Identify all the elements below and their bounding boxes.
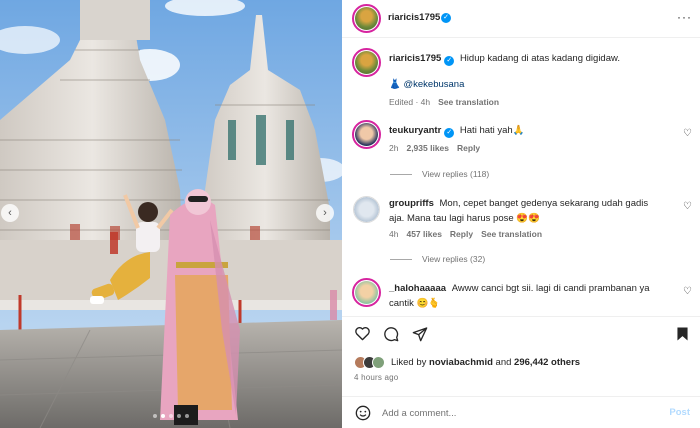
heart-icon[interactable] [354,326,371,341]
comment: teukuryantr ✓ Hati hati yah🙏 [389,123,679,138]
temple-photo [0,0,342,428]
comment-time: 4h [389,229,399,239]
comment-see-translation[interactable]: See translation [481,229,542,239]
comment: _halohaaaaa Awww canci bgt sii. lagi di … [389,281,669,311]
author-avatar[interactable] [352,4,381,33]
comment-like-heart-icon[interactable]: ♡ [683,128,692,139]
comment-username[interactable]: _halohaaaaa [389,283,446,294]
chevron-left-icon: ‹ [8,206,12,219]
carousel-indicator [0,414,342,418]
caption-author-avatar[interactable] [352,48,381,77]
action-bar [342,316,700,348]
comment-text: Hati hati yah🙏 [459,125,525,136]
comment-username[interactable]: groupriffs [389,198,434,209]
likes-summary: Liked by noviabachmid and 296,442 others [354,354,580,370]
comment-text-line1: Awww canci bgt sii. lagi di candi pramba… [451,283,650,294]
post-timestamp[interactable]: 4 hours ago [354,373,398,382]
commenter-avatar[interactable] [353,196,380,223]
comment-username[interactable]: teukuryantr [389,125,441,136]
caption-meta: Edited · 4h See translation [389,97,499,107]
commenter-avatar[interactable] [352,278,381,307]
mention-link[interactable]: @kekebusana [403,79,464,90]
verified-badge-icon: ✓ [444,56,455,66]
comment-likes[interactable]: 2,935 likes [406,143,449,153]
chevron-right-icon: › [323,206,327,219]
next-slide-button[interactable]: › [316,204,334,222]
likes-text: Liked by noviabachmid and 296,442 others [391,357,580,368]
caption-username[interactable]: riaricis1795 [389,53,441,64]
comment-like-heart-icon[interactable]: ♡ [683,201,692,212]
comment-text-line2: cantik 😊🫰 [389,298,441,309]
post-details-panel: riaricis1795 ✓ ··· riaricis1795 ✓ Hidup k… [342,0,700,428]
author-username[interactable]: riaricis1795 [388,12,440,23]
previous-slide-button[interactable]: ‹ [1,204,19,222]
comment-reply-button[interactable]: Reply [450,229,473,239]
comment-input[interactable] [382,405,652,421]
view-replies-button[interactable]: View replies (118) [390,169,489,179]
caption: riaricis1795 ✓ Hidup kadang di atas kadan… [389,51,689,66]
verified-badge-icon: ✓ [441,13,451,23]
liker-avatar[interactable] [372,355,385,369]
comment-icon[interactable] [383,326,399,342]
replies-divider [390,258,412,260]
comment-likes[interactable]: 457 likes [406,229,441,239]
caption-see-translation[interactable]: See translation [438,97,499,107]
comment-meta: 4h 457 likes Reply See translation [389,229,542,239]
more-dots-icon[interactable]: ··· [677,10,692,24]
comment-like-heart-icon[interactable]: ♡ [683,286,692,297]
comment-time: 2h [389,143,399,153]
caption-mention-line: 👗 @kekebusana [389,77,464,92]
smiley-icon[interactable] [355,405,371,421]
post-media[interactable]: ‹ › [0,0,342,428]
view-replies-button[interactable]: View replies (32) [390,254,485,264]
post-header: riaricis1795 ✓ ··· [342,0,700,38]
dress-emoji: 👗 [389,79,401,90]
comment-text-line2: aja. Mana tau lagi harus pose 😍😍 [389,213,540,224]
carousel-dot [177,414,181,418]
carousel-dot [153,414,157,418]
likes-and: and [495,356,512,368]
liked-by-prefix: Liked by [391,356,427,368]
likes-others[interactable]: 296,442 others [514,357,580,368]
carousel-dot [185,414,189,418]
liked-by-user[interactable]: noviabachmid [429,357,493,368]
view-replies-label: View replies (32) [422,254,486,264]
comment: groupriffs Mon, cepet banget gedenya sek… [389,196,669,226]
carousel-dot-active [161,414,165,418]
caption-text: Hidup kadang di atas kadang digidaw. [459,53,620,64]
verified-badge-icon: ✓ [444,128,455,138]
post-button[interactable]: Post [669,407,690,418]
comment-meta: 2h 2,935 likes Reply [389,143,480,153]
caption-edited-time: Edited · 4h [389,97,431,107]
comment-reply-button[interactable]: Reply [457,143,480,153]
comment-composer: Post [342,396,700,428]
carousel-dot [169,414,173,418]
commenter-avatar[interactable] [352,120,381,149]
paper-plane-icon[interactable] [412,326,428,342]
replies-divider [390,173,412,175]
view-replies-label: View replies (118) [422,169,490,179]
bookmark-icon[interactable] [676,326,689,342]
comment-text-line1: Mon, cepet banget gedenya sekarang udah … [439,198,649,209]
